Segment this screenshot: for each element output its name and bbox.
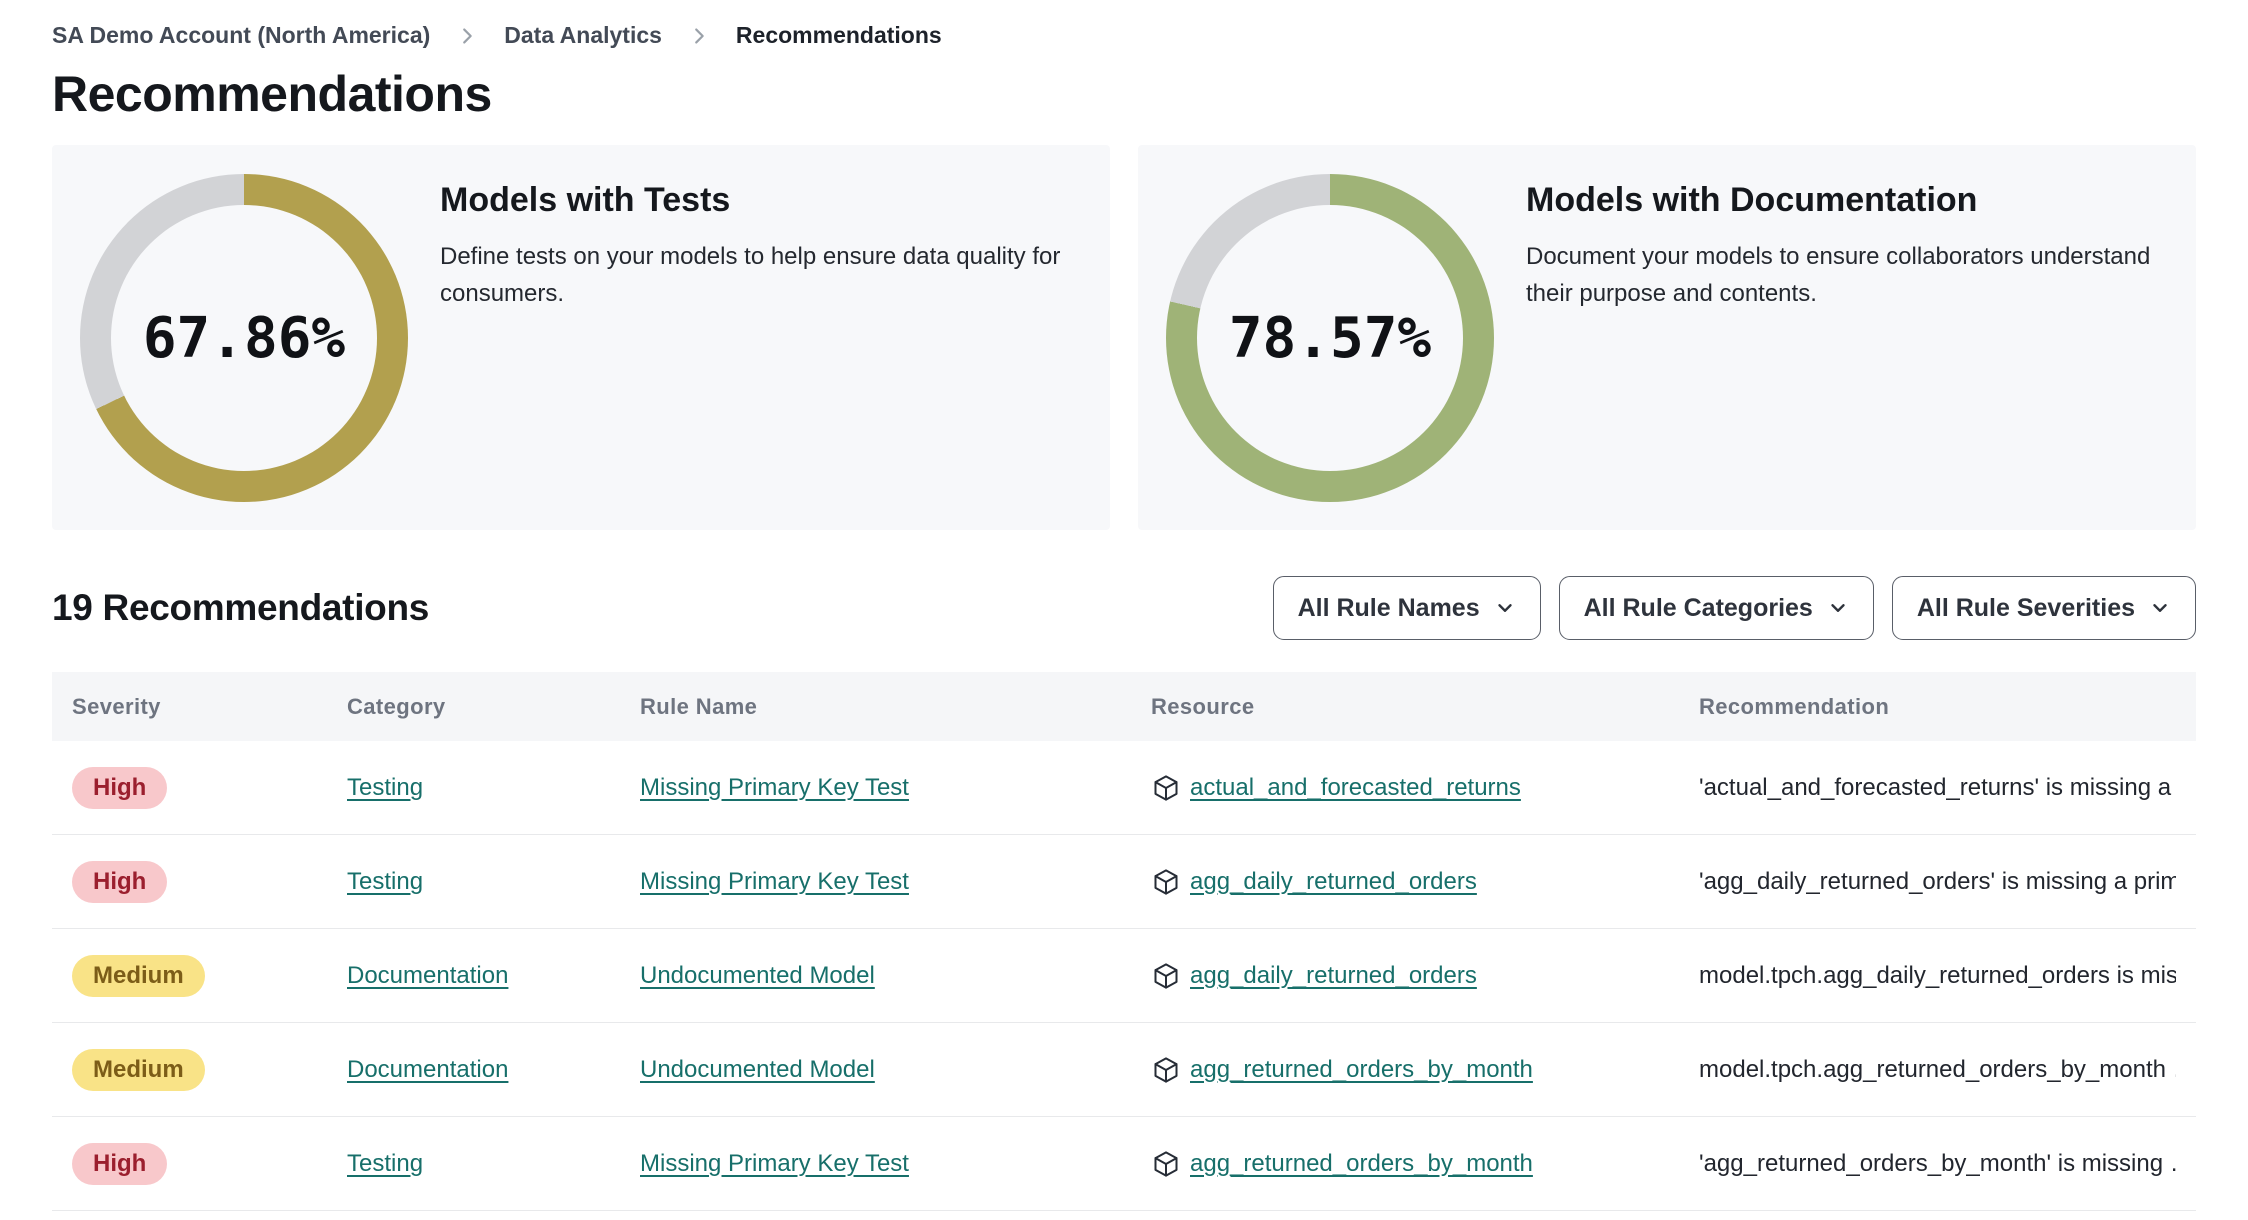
donut-chart-tests: 67.86% (80, 174, 408, 530)
chevron-down-icon (2149, 597, 2171, 619)
rule-name-link[interactable]: Missing Primary Key Test (640, 1150, 909, 1178)
table-header: Severity Category Rule Name Resource Rec… (52, 672, 2196, 741)
breadcrumb-project[interactable]: Data Analytics (504, 22, 662, 49)
breadcrumb-account[interactable]: SA Demo Account (North America) (52, 22, 430, 49)
model-cube-icon (1151, 867, 1181, 897)
model-cube-icon (1151, 961, 1181, 991)
filter-bar: All Rule Names All Rule Categories All R… (1272, 576, 2196, 640)
breadcrumb: SA Demo Account (North America) Data Ana… (52, 0, 2196, 49)
severity-badge: Medium (72, 954, 205, 997)
breadcrumb-current: Recommendations (735, 22, 942, 48)
column-header-severity: Severity (72, 693, 161, 719)
category-link[interactable]: Documentation (347, 962, 508, 990)
table-body: High Testing Missing Primary Key Test ac… (52, 741, 2196, 1211)
recommendation-text: model.tpch.agg_daily_returned_orders is … (1699, 961, 2176, 989)
donut-ring: 78.57% (1166, 174, 1494, 502)
rule-name-link[interactable]: Undocumented Model (640, 1056, 875, 1084)
recommendation-text: model.tpch.agg_returned_orders_by_month … (1699, 1055, 2176, 1083)
resource-link[interactable]: agg_daily_returned_orders (1190, 962, 1477, 990)
resource-link[interactable]: actual_and_forecasted_returns (1190, 774, 1521, 802)
severity-badge: High (72, 766, 168, 809)
card-title: Models with Documentation (1526, 181, 1978, 219)
card-description: Document your models to ensure collabora… (1526, 243, 2151, 307)
table-row: High Testing Missing Primary Key Test ac… (52, 741, 2196, 835)
chevron-right-icon (688, 25, 710, 47)
chevron-right-icon (456, 25, 478, 47)
filter-label: All Rule Categories (1583, 593, 1813, 622)
card-models-with-tests: 67.86% Models with Tests Define tests on… (52, 145, 1110, 530)
column-header-recommendation: Recommendation (1699, 693, 1890, 719)
recommendation-text: 'agg_daily_returned_orders' is missing a… (1699, 867, 2176, 895)
chevron-down-icon (1827, 597, 1849, 619)
filter-rule-severities-dropdown[interactable]: All Rule Severities (1891, 576, 2196, 640)
filter-label: All Rule Severities (1916, 593, 2135, 622)
card-title: Models with Tests (440, 181, 731, 219)
rule-name-link[interactable]: Missing Primary Key Test (640, 774, 909, 802)
recommendations-table: Severity Category Rule Name Resource Rec… (52, 672, 2196, 1211)
model-cube-icon (1151, 1149, 1181, 1179)
recommendation-text: 'actual_and_forecasted_returns' is missi… (1699, 773, 2176, 801)
filter-rule-names-dropdown[interactable]: All Rule Names (1272, 576, 1541, 640)
recommendations-count-heading: 19 Recommendations (52, 587, 430, 628)
category-link[interactable]: Testing (347, 868, 423, 896)
resource-link[interactable]: agg_returned_orders_by_month (1190, 1056, 1533, 1084)
table-row: High Testing Missing Primary Key Test ag… (52, 835, 2196, 929)
severity-badge: Medium (72, 1048, 205, 1091)
card-models-with-documentation: 78.57% Models with Documentation Documen… (1138, 145, 2196, 530)
rule-name-link[interactable]: Undocumented Model (640, 962, 875, 990)
resource-link[interactable]: agg_daily_returned_orders (1190, 868, 1477, 896)
table-row: Medium Documentation Undocumented Model … (52, 929, 2196, 1023)
donut-percentage: 67.86% (142, 305, 346, 371)
category-link[interactable]: Documentation (347, 1056, 508, 1084)
donut-ring: 67.86% (80, 174, 408, 502)
column-header-rule-name: Rule Name (640, 693, 758, 719)
metric-cards: 67.86% Models with Tests Define tests on… (52, 145, 2196, 530)
chevron-down-icon (1494, 597, 1516, 619)
table-row: Medium Documentation Undocumented Model … (52, 1023, 2196, 1117)
rule-name-link[interactable]: Missing Primary Key Test (640, 868, 909, 896)
model-cube-icon (1151, 773, 1181, 803)
donut-percentage: 78.57% (1228, 305, 1432, 371)
filter-rule-categories-dropdown[interactable]: All Rule Categories (1558, 576, 1874, 640)
model-cube-icon (1151, 1055, 1181, 1085)
severity-badge: High (72, 860, 168, 903)
recommendations-page: SA Demo Account (North America) Data Ana… (0, 0, 2248, 1220)
recommendation-text: 'agg_returned_orders_by_month' is missin… (1699, 1149, 2176, 1177)
column-header-category: Category (347, 693, 446, 719)
category-link[interactable]: Testing (347, 1150, 423, 1178)
card-description: Define tests on your models to help ensu… (440, 243, 1061, 307)
table-row: High Testing Missing Primary Key Test ag… (52, 1117, 2196, 1211)
severity-badge: High (72, 1142, 168, 1185)
resource-link[interactable]: agg_returned_orders_by_month (1190, 1150, 1533, 1178)
page-title: Recommendations (52, 66, 492, 122)
column-header-resource: Resource (1151, 693, 1255, 719)
donut-chart-documentation: 78.57% (1166, 174, 1494, 530)
category-link[interactable]: Testing (347, 774, 423, 802)
filter-label: All Rule Names (1297, 593, 1480, 622)
